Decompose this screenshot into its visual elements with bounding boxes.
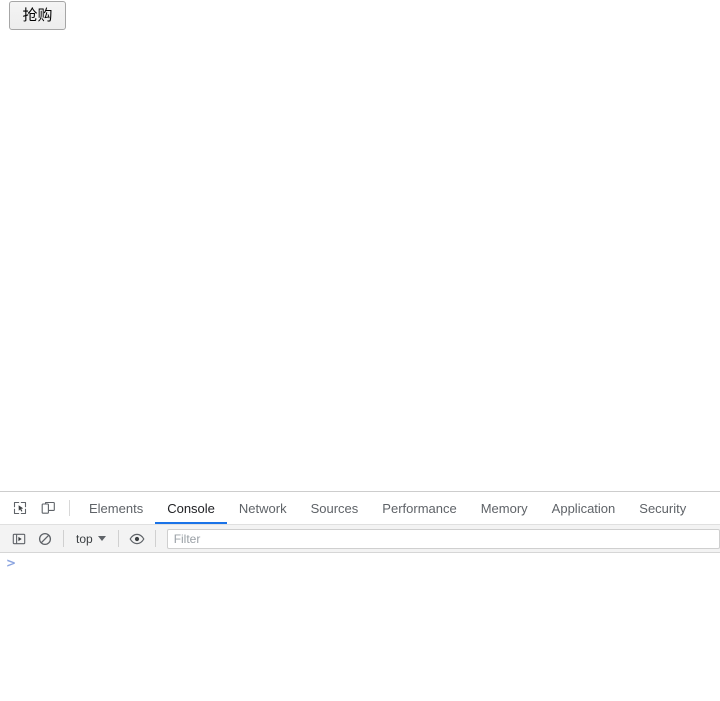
console-toolbar-divider (154, 530, 156, 547)
tab-security[interactable]: Security (627, 492, 698, 524)
inspect-element-icon[interactable] (6, 495, 34, 521)
toolbar-divider (69, 500, 70, 516)
console-prompt-chevron-icon: > (5, 556, 17, 570)
live-expression-eye-icon[interactable] (124, 528, 150, 550)
console-sidebar-icon[interactable] (6, 528, 32, 550)
tab-network[interactable]: Network (227, 492, 299, 524)
execution-context-label: top (76, 531, 93, 546)
tab-memory[interactable]: Memory (469, 492, 540, 524)
console-output-area[interactable]: > (0, 553, 720, 700)
tab-label: Security (639, 500, 687, 516)
chevron-down-icon (97, 536, 106, 541)
tab-elements[interactable]: Elements (77, 492, 155, 524)
tab-console[interactable]: Console (155, 492, 227, 524)
tab-label: Application (551, 500, 616, 516)
tab-label: Performance (382, 500, 457, 516)
device-toolbar-icon[interactable] (34, 495, 62, 521)
tab-performance[interactable]: Performance (370, 492, 468, 524)
tab-label: Network (238, 500, 287, 516)
console-toolbar-divider (117, 530, 119, 547)
console-prompt-row[interactable]: > (0, 553, 720, 573)
execution-context-dropdown[interactable]: top (69, 528, 113, 549)
tab-application[interactable]: Application (540, 492, 628, 524)
console-toolbar-divider (63, 530, 64, 547)
clear-console-icon[interactable] (32, 528, 58, 550)
devtools-panel: Elements Console Network Sources Perform… (0, 491, 720, 701)
tab-label: Console (167, 500, 215, 516)
tab-label: Memory (480, 500, 528, 516)
console-prompt-input[interactable] (22, 556, 720, 572)
web-page-viewport: 抢购 (0, 0, 720, 491)
buy-button[interactable]: 抢购 (9, 1, 66, 30)
devtools-tabbar: Elements Console Network Sources Perform… (0, 492, 720, 525)
console-toolbar: top (0, 525, 720, 553)
tab-sources[interactable]: Sources (299, 492, 371, 524)
tab-label: Sources (310, 500, 359, 516)
tab-label: Elements (89, 500, 144, 516)
console-filter-input[interactable] (166, 528, 720, 549)
